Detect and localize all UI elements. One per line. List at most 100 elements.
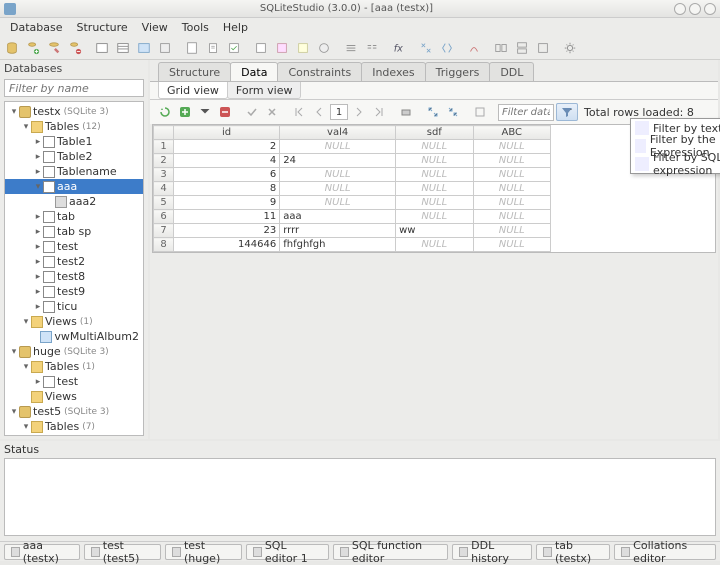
tree-item[interactable]: ▸Table1 bbox=[5, 134, 143, 149]
tab-data[interactable]: Data bbox=[230, 62, 278, 81]
row-number[interactable]: 1 bbox=[154, 140, 174, 154]
cell[interactable]: 24 bbox=[280, 154, 396, 168]
cell[interactable]: NULL bbox=[473, 168, 550, 182]
delete-row-icon[interactable] bbox=[216, 103, 234, 121]
cell[interactable]: NULL bbox=[396, 210, 473, 224]
cell[interactable]: NULL bbox=[396, 238, 473, 252]
tree-item[interactable]: ▸Tablename bbox=[5, 164, 143, 179]
window-tab[interactable]: test (test5) bbox=[84, 544, 161, 560]
tb-icon-7[interactable] bbox=[134, 38, 154, 58]
next-page-icon[interactable] bbox=[350, 103, 368, 121]
menu-help[interactable]: Help bbox=[217, 19, 254, 36]
fx-icon[interactable]: fx bbox=[389, 38, 409, 58]
row-number[interactable]: 8 bbox=[154, 238, 174, 252]
cell[interactable]: 6 bbox=[174, 168, 280, 182]
cell[interactable]: NULL bbox=[280, 182, 396, 196]
window-tab[interactable]: aaa (testx) bbox=[4, 544, 80, 560]
database-tree[interactable]: ▾testx(SQLite 3)▾Tables(12)▸Table1 ▸Table… bbox=[4, 101, 144, 436]
row-number[interactable]: 3 bbox=[154, 168, 174, 182]
tab-indexes[interactable]: Indexes bbox=[361, 62, 425, 81]
tree-item[interactable]: ▸test8 bbox=[5, 269, 143, 284]
last-page-icon[interactable] bbox=[370, 103, 388, 121]
commit-icon[interactable] bbox=[243, 103, 261, 121]
cell[interactable]: 9 bbox=[174, 196, 280, 210]
tree-item[interactable]: vwMultiAlbum2 bbox=[5, 329, 143, 344]
first-page-icon[interactable] bbox=[290, 103, 308, 121]
tree-twisty[interactable]: ▸ bbox=[33, 257, 43, 267]
tb-icon-17[interactable] bbox=[362, 38, 382, 58]
cell[interactable]: NULL bbox=[473, 154, 550, 168]
cell[interactable]: NULL bbox=[473, 210, 550, 224]
column-header[interactable]: val4 bbox=[280, 126, 396, 140]
cell[interactable]: NULL bbox=[396, 182, 473, 196]
cell[interactable]: NULL bbox=[473, 196, 550, 210]
cell[interactable]: NULL bbox=[473, 238, 550, 252]
cell[interactable]: NULL bbox=[396, 154, 473, 168]
connect-db-icon[interactable] bbox=[2, 38, 22, 58]
cell[interactable]: 8 bbox=[174, 182, 280, 196]
add-row-dropdown-icon[interactable] bbox=[196, 103, 214, 121]
cell[interactable]: 144646 bbox=[174, 238, 280, 252]
tb-icon-9[interactable] bbox=[182, 38, 202, 58]
tb-icon-14[interactable] bbox=[293, 38, 313, 58]
tb-icon-20[interactable] bbox=[437, 38, 457, 58]
menu-structure[interactable]: Structure bbox=[71, 19, 134, 36]
menu-view[interactable]: View bbox=[136, 19, 174, 36]
tb-icon-5[interactable] bbox=[92, 38, 112, 58]
tb-icon-21[interactable] bbox=[464, 38, 484, 58]
add-db-icon[interactable] bbox=[23, 38, 43, 58]
tb-icon-24[interactable] bbox=[533, 38, 553, 58]
tab-structure[interactable]: Structure bbox=[158, 62, 231, 81]
cell[interactable]: 4 bbox=[174, 154, 280, 168]
tree-twisty[interactable]: ▾ bbox=[21, 122, 31, 132]
cell[interactable]: NULL bbox=[280, 168, 396, 182]
tree-item[interactable]: ▾Tables(12) bbox=[5, 119, 143, 134]
tree-item[interactable]: ▸test9 bbox=[5, 284, 143, 299]
tree-item[interactable]: ▸test2 bbox=[5, 254, 143, 269]
tree-item[interactable]: ▾testx(SQLite 3) bbox=[5, 104, 143, 119]
column-header[interactable]: id bbox=[174, 126, 280, 140]
tb-icon-22[interactable] bbox=[491, 38, 511, 58]
tb-icon-19[interactable] bbox=[416, 38, 436, 58]
cell[interactable]: fhfghfgh bbox=[280, 238, 396, 252]
tree-twisty[interactable]: ▾ bbox=[33, 182, 43, 192]
prev-page-icon[interactable] bbox=[310, 103, 328, 121]
filter-by-sql[interactable]: Filter by SQL expression bbox=[631, 155, 720, 173]
cell[interactable]: aaa bbox=[280, 210, 396, 224]
tb-icon-8[interactable] bbox=[155, 38, 175, 58]
tree-item[interactable]: ▸ftsdata(virtual) bbox=[5, 434, 143, 436]
print-icon[interactable] bbox=[397, 103, 415, 121]
tab-ddl[interactable]: DDL bbox=[489, 62, 534, 81]
cell[interactable]: NULL bbox=[473, 182, 550, 196]
tb-icon-11[interactable] bbox=[224, 38, 244, 58]
tb-icon-10[interactable] bbox=[203, 38, 223, 58]
tb-icon-23[interactable] bbox=[512, 38, 532, 58]
tb-icon-13[interactable] bbox=[272, 38, 292, 58]
tree-item[interactable]: ▾huge(SQLite 3) bbox=[5, 344, 143, 359]
tab-triggers[interactable]: Triggers bbox=[425, 62, 491, 81]
edit-cell-icon[interactable] bbox=[471, 103, 489, 121]
tree-item[interactable]: ▾Views(1) bbox=[5, 314, 143, 329]
row-number[interactable]: 5 bbox=[154, 196, 174, 210]
cell[interactable]: NULL bbox=[280, 196, 396, 210]
tree-twisty[interactable]: ▸ bbox=[33, 272, 43, 282]
tree-item[interactable]: ▾aaa bbox=[5, 179, 143, 194]
row-number[interactable]: 7 bbox=[154, 224, 174, 238]
window-tab[interactable]: SQL editor 1 bbox=[246, 544, 329, 560]
tree-item[interactable]: ▸tab sp bbox=[5, 224, 143, 239]
tree-item[interactable]: ▾test5(SQLite 3) bbox=[5, 404, 143, 419]
window-tab[interactable]: tab (testx) bbox=[536, 544, 610, 560]
tree-item[interactable]: ▸tab bbox=[5, 209, 143, 224]
subtab-grid-view[interactable]: Grid view bbox=[158, 82, 228, 99]
menu-database[interactable]: Database bbox=[4, 19, 69, 36]
tree-twisty[interactable]: ▸ bbox=[33, 167, 43, 177]
edit-db-icon[interactable] bbox=[44, 38, 64, 58]
tree-twisty[interactable]: ▸ bbox=[33, 287, 43, 297]
tab-constraints[interactable]: Constraints bbox=[277, 62, 362, 81]
tree-twisty[interactable]: ▾ bbox=[21, 317, 31, 327]
cell[interactable]: 11 bbox=[174, 210, 280, 224]
add-row-icon[interactable] bbox=[176, 103, 194, 121]
filter-dropdown-button[interactable] bbox=[556, 103, 578, 121]
subtab-form-view[interactable]: Form view bbox=[227, 82, 302, 99]
rollback-icon[interactable] bbox=[263, 103, 281, 121]
